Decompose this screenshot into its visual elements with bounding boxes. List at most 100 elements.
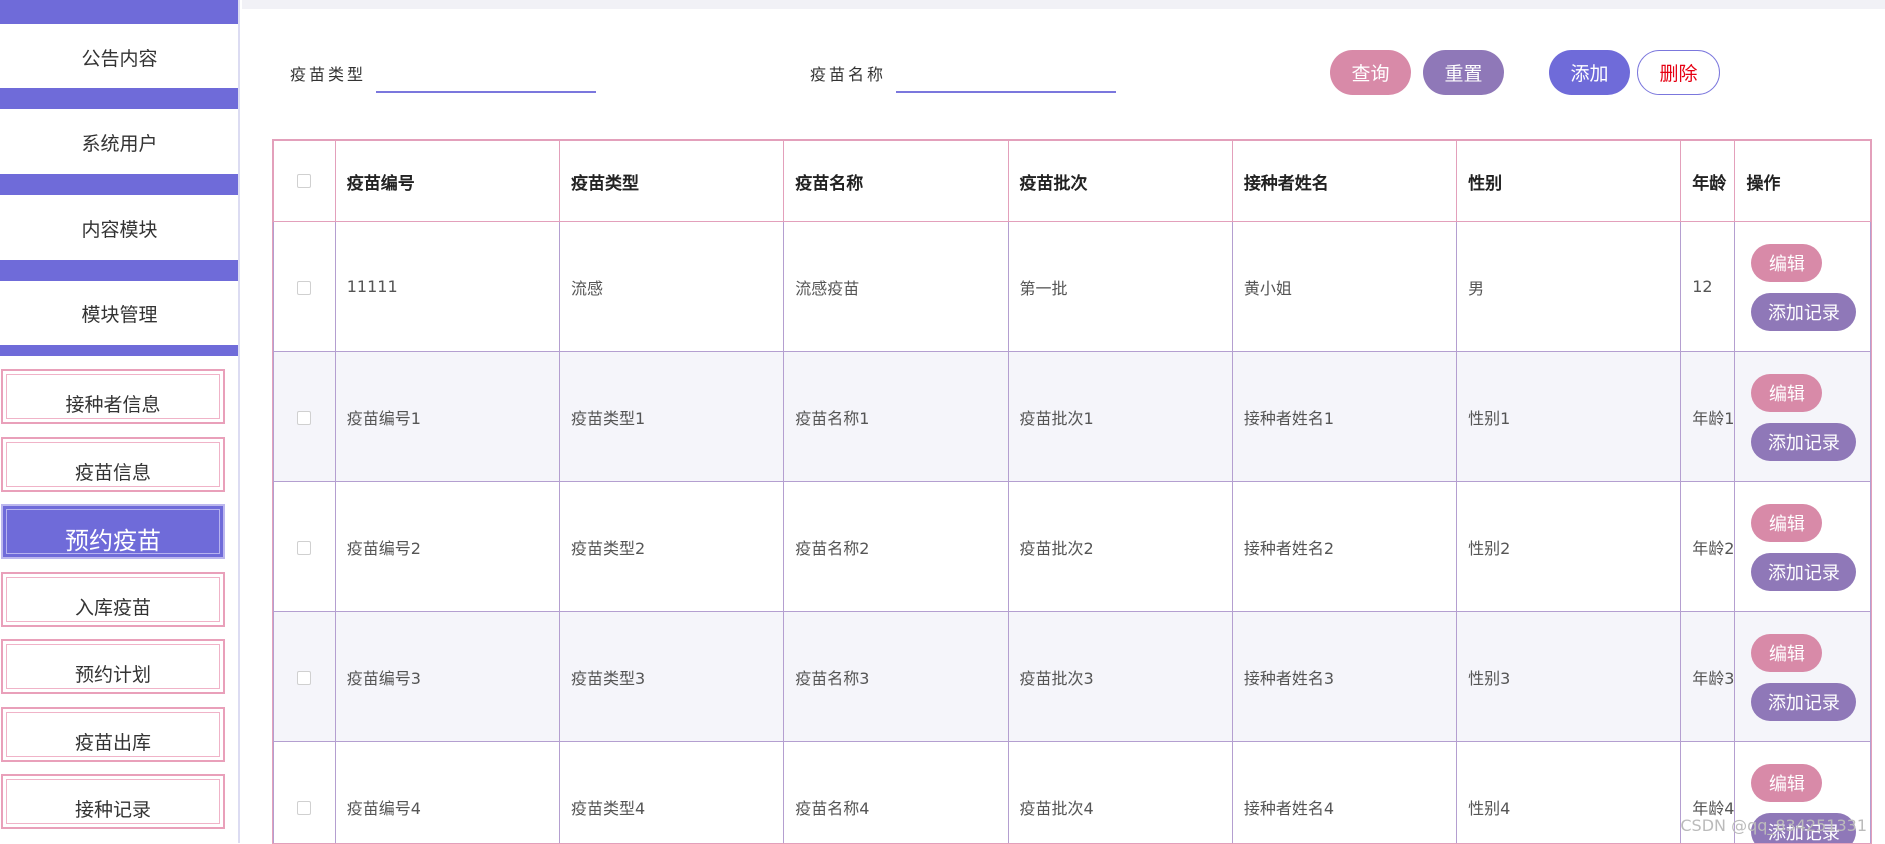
add-record-button[interactable]: 添加记录 (1751, 553, 1856, 591)
header-vaccine-name: 疫苗名称 (784, 141, 1008, 222)
sidebar-subitem-label: 接种记录 (75, 795, 151, 822)
vaccine-name-label: 疫苗名称 (810, 61, 886, 85)
header-recipient-name: 接种者姓名 (1232, 141, 1456, 222)
row-checkbox[interactable] (297, 541, 311, 555)
reset-button[interactable]: 重置 (1423, 50, 1504, 95)
sidebar-subitem-1[interactable]: 疫苗信息 (1, 437, 225, 492)
sidebar: 公告内容系统用户内容模块模块管理接种者信息疫苗信息预约疫苗入库疫苗预约计划疫苗出… (0, 0, 240, 843)
sidebar-item-0[interactable]: 公告内容 (0, 27, 239, 87)
cell-recipient-name: 黄小姐 (1232, 222, 1456, 352)
header-operations: 操作 (1735, 141, 1871, 222)
cell-vaccine-name: 流感疫苗 (784, 222, 1008, 352)
sidebar-item-label: 内容模块 (81, 215, 157, 242)
sidebar-item-3[interactable]: 模块管理 (0, 283, 239, 343)
sidebar-separator (0, 260, 239, 281)
add-record-button[interactable]: 添加记录 (1751, 683, 1856, 721)
table-row: 疫苗编号1疫苗类型1疫苗名称1疫苗批次1接种者姓名1性别1年龄1编辑添加记录 (274, 352, 1871, 482)
header-vaccine-type: 疫苗类型 (560, 141, 784, 222)
row-checkbox[interactable] (297, 411, 311, 425)
top-strip (242, 0, 1885, 9)
cell-vaccine-name: 疫苗名称2 (784, 482, 1008, 612)
add-record-button[interactable]: 添加记录 (1751, 423, 1856, 461)
cell-gender: 性别3 (1457, 612, 1681, 742)
sidebar-item-label: 模块管理 (81, 300, 157, 327)
header-gender: 性别 (1457, 141, 1681, 222)
cell-vaccine-id: 疫苗编号4 (335, 742, 559, 844)
cell-vaccine-batch: 疫苗批次3 (1008, 612, 1232, 742)
data-table: 疫苗编号 疫苗类型 疫苗名称 疫苗批次 接种者姓名 性别 年龄 操作 11111… (273, 140, 1871, 844)
row-checkbox[interactable] (297, 671, 311, 685)
select-all-checkbox[interactable] (297, 174, 311, 188)
sidebar-separator (0, 345, 239, 356)
cell-vaccine-type: 疫苗类型4 (560, 742, 784, 844)
row-checkbox-cell[interactable] (274, 482, 336, 612)
cell-vaccine-batch: 疫苗批次1 (1008, 352, 1232, 482)
vaccine-name-input[interactable] (896, 67, 1116, 93)
row-checkbox[interactable] (297, 281, 311, 295)
add-record-button[interactable]: 添加记录 (1751, 293, 1856, 331)
cell-gender: 性别2 (1457, 482, 1681, 612)
sidebar-subitem-6[interactable]: 接种记录 (1, 774, 225, 829)
add-button[interactable]: 添加 (1549, 50, 1630, 95)
row-checkbox-cell[interactable] (274, 352, 336, 482)
cell-vaccine-type: 疫苗类型3 (560, 612, 784, 742)
edit-button[interactable]: 编辑 (1751, 634, 1822, 672)
cell-vaccine-id: 11111 (335, 222, 559, 352)
sidebar-item-1[interactable]: 系统用户 (0, 112, 239, 172)
sidebar-item-2[interactable]: 内容模块 (0, 198, 239, 258)
edit-button[interactable]: 编辑 (1751, 504, 1822, 542)
row-checkbox-cell[interactable] (274, 742, 336, 844)
main-content: 疫苗类型 疫苗名称 查询 重置 添加 删除 疫苗编号 疫苗类型 疫苗名称 疫苗批… (242, 9, 1885, 843)
cell-vaccine-id: 疫苗编号3 (335, 612, 559, 742)
data-table-container: 疫苗编号 疫苗类型 疫苗名称 疫苗批次 接种者姓名 性别 年龄 操作 11111… (272, 139, 1872, 844)
cell-vaccine-name: 疫苗名称4 (784, 742, 1008, 844)
row-checkbox[interactable] (297, 801, 311, 815)
row-checkbox-cell[interactable] (274, 612, 336, 742)
table-row: 疫苗编号2疫苗类型2疫苗名称2疫苗批次2接种者姓名2性别2年龄2编辑添加记录 (274, 482, 1871, 612)
watermark: CSDN @qq_834251331 (1680, 816, 1867, 835)
cell-vaccine-type: 疫苗类型2 (560, 482, 784, 612)
sidebar-subitem-label: 预约计划 (75, 660, 151, 687)
edit-button[interactable]: 编辑 (1751, 244, 1822, 282)
cell-recipient-name: 接种者姓名3 (1232, 612, 1456, 742)
cell-vaccine-type: 流感 (560, 222, 784, 352)
cell-gender: 男 (1457, 222, 1681, 352)
cell-operations: 编辑添加记录 (1735, 482, 1871, 612)
query-button[interactable]: 查询 (1330, 50, 1411, 95)
cell-age: 12 (1681, 222, 1735, 352)
cell-recipient-name: 接种者姓名4 (1232, 742, 1456, 844)
cell-operations: 编辑添加记录 (1735, 612, 1871, 742)
sidebar-subitem-0[interactable]: 接种者信息 (1, 369, 225, 424)
sidebar-subitem-label: 疫苗信息 (75, 458, 151, 485)
sidebar-subitem-label: 疫苗出库 (75, 728, 151, 755)
sidebar-subitem-5[interactable]: 疫苗出库 (1, 707, 225, 762)
header-vaccine-batch: 疫苗批次 (1008, 141, 1232, 222)
cell-vaccine-id: 疫苗编号2 (335, 482, 559, 612)
table-row: 疫苗编号3疫苗类型3疫苗名称3疫苗批次3接种者姓名3性别3年龄3编辑添加记录 (274, 612, 1871, 742)
table-header-row: 疫苗编号 疫苗类型 疫苗名称 疫苗批次 接种者姓名 性别 年龄 操作 (274, 141, 1871, 222)
sidebar-subitem-label: 入库疫苗 (75, 593, 151, 620)
cell-vaccine-type: 疫苗类型1 (560, 352, 784, 482)
sidebar-subitem-3[interactable]: 入库疫苗 (1, 572, 225, 627)
cell-vaccine-batch: 疫苗批次2 (1008, 482, 1232, 612)
sidebar-subitem-2[interactable]: 预约疫苗 (1, 504, 225, 559)
sidebar-separator (0, 174, 239, 195)
sidebar-subitem-label: 接种者信息 (65, 390, 160, 417)
cell-vaccine-name: 疫苗名称1 (784, 352, 1008, 482)
cell-recipient-name: 接种者姓名1 (1232, 352, 1456, 482)
sidebar-subitem-label: 预约疫苗 (65, 521, 161, 556)
cell-vaccine-batch: 第一批 (1008, 222, 1232, 352)
select-all-checkbox-cell[interactable] (274, 141, 336, 222)
sidebar-item-label: 系统用户 (81, 129, 157, 156)
row-checkbox-cell[interactable] (274, 222, 336, 352)
vaccine-type-input[interactable] (376, 67, 596, 93)
delete-button[interactable]: 删除 (1637, 50, 1720, 95)
cell-age: 年龄3 (1681, 612, 1735, 742)
sidebar-separator (0, 88, 239, 109)
table-row: 疫苗编号4疫苗类型4疫苗名称4疫苗批次4接种者姓名4性别4年龄4编辑添加记录 (274, 742, 1871, 844)
edit-button[interactable]: 编辑 (1751, 374, 1822, 412)
sidebar-subitem-4[interactable]: 预约计划 (1, 639, 225, 694)
cell-gender: 性别1 (1457, 352, 1681, 482)
edit-button[interactable]: 编辑 (1751, 764, 1822, 802)
header-age: 年龄 (1681, 141, 1735, 222)
